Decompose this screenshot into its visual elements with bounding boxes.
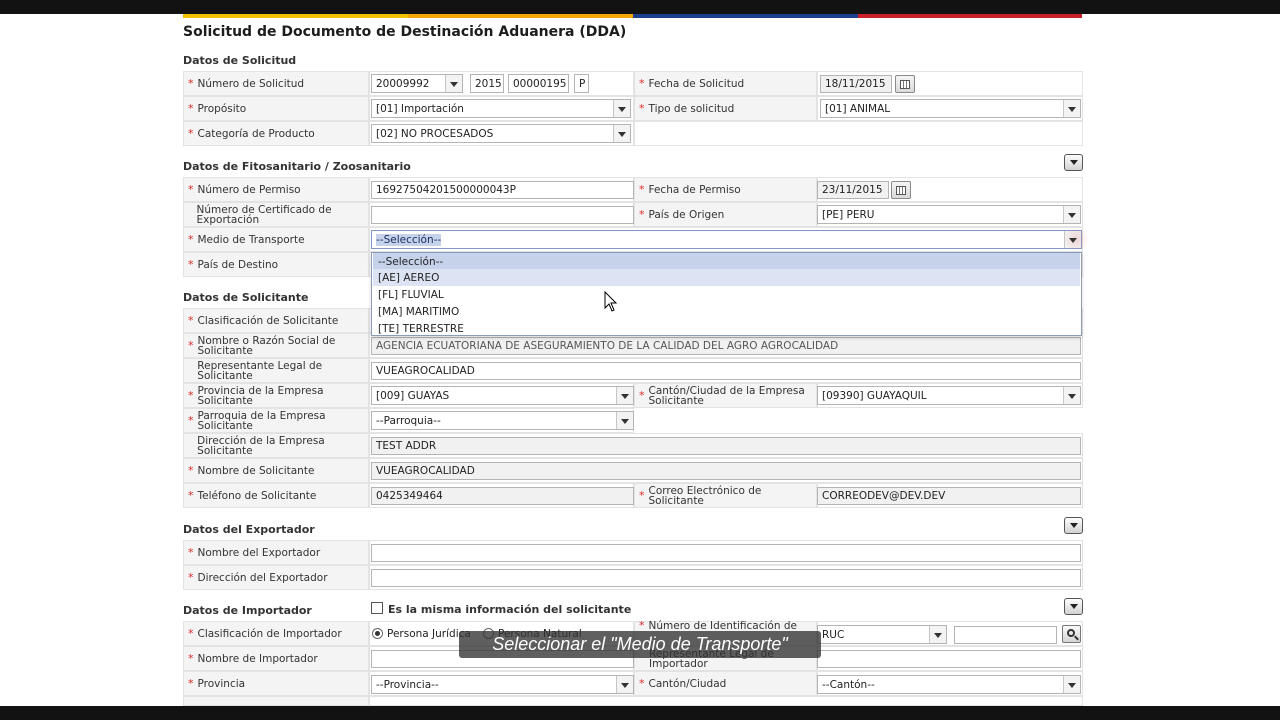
tipo-solicitud-select[interactable]: [01] ANIMAL [820,99,1081,118]
telefono-label: * Teléfono de Solicitante [188,488,317,502]
calendar-icon[interactable] [895,75,915,93]
nombre-solicitante-label: * Nombre o Razón Social de Solicitante [188,334,336,357]
categoria-label: * Categoría de Producto [188,126,315,140]
search-icon[interactable] [1062,625,1081,643]
collapse-fito-chevron-down-icon[interactable] [1064,154,1083,171]
id-type-select[interactable]: RUC [817,625,947,644]
section-title-exportador: Datos del Exportador [183,523,315,536]
proposito-select[interactable]: [01] Importación [371,99,631,118]
flag-strip-red [858,14,1082,18]
empty-cell [634,121,1083,146]
nombre-solicitante-input[interactable]: AGENCIA ECUATORIANA DE ASEGURAMIENTO DE … [371,337,1081,355]
transporte-dropdown-list[interactable]: --Selección-- [AE] AEREO [FL] FLUVIAL [M… [371,252,1082,336]
representante-input[interactable]: VUEAGROCALIDAD [371,362,1081,380]
flag-strip-yellow [183,14,408,18]
canton-importador-label: * Cantón/Ciudad [639,676,727,690]
nombre-exportador-input[interactable] [371,544,1081,562]
numero-solicitud-prefix-select[interactable]: 20009992 [371,74,463,93]
proposito-label: * Propósito [188,101,247,115]
clasificacion-solicitante-label: * Clasificación de Solicitante [188,313,339,327]
fecha-solicitud-label: * Fecha de Solicitud [639,76,745,90]
numero-solicitud-label: * Número de Solicitud [188,76,305,90]
nombre-importador-label: * Nombre de Importador [188,651,318,665]
flag-strip-amber [408,14,633,18]
id-number-input[interactable] [954,626,1057,644]
numero-solicitud-seq[interactable]: 00000195 [508,74,569,93]
numero-solicitud-year[interactable]: 2015 [470,74,504,93]
permiso-label: * Número de Permiso [188,182,301,196]
transporte-option[interactable]: --Selección-- [373,253,1080,270]
flag-strip-blue [633,14,858,18]
misma-info-checkbox[interactable] [371,602,383,614]
canton-empresa-select[interactable]: [09390] GUAYAQUIL [817,386,1081,405]
transporte-option[interactable]: [FL] FLUVIAL [373,286,1080,303]
video-caption: Seleccionar el "Medio de Transporte" [459,631,821,658]
page-title: Solicitud de Documento de Destinación Ad… [183,24,627,40]
section-title-solicitud: Datos de Solicitud [183,54,297,67]
transporte-option[interactable]: [AE] AEREO [373,269,1080,286]
misma-info-label: Es la misma información del solicitante [388,603,632,616]
video-bottom-bar [0,706,1280,720]
transporte-select[interactable]: --Selección-- [371,230,1082,249]
transporte-option[interactable]: [TE] TERRESTRE [373,320,1080,337]
fecha-permiso-label: * Fecha de Permiso [639,182,741,196]
direccion-exportador-label: * Dirección del Exportador [188,570,328,584]
value-cell [369,696,1083,706]
pais-destino-label: * País de Destino [188,257,279,271]
page: Solicitud de Documento de Destinación Ad… [0,0,1280,720]
canton-empresa-label: * Cantón/Ciudad de la Empresa Solicitante [639,384,805,407]
nombre-sol-label: * Nombre de Solicitante [188,463,315,477]
representante-label: Representante Legal de Solicitante [197,359,323,382]
section-title-solicitante: Datos de Solicitante [183,291,309,304]
mouse-cursor-icon [604,291,618,312]
pais-origen-select[interactable]: [PE] PERU [817,205,1081,224]
direccion-empresa-input[interactable]: TEST ADDR [371,437,1081,455]
correo-input[interactable]: CORREODEV@DEV.DEV [817,487,1081,505]
calendar-icon[interactable] [891,181,911,199]
direccion-empresa-label: Dirección de la Empresa Solicitante [197,434,325,457]
provincia-empresa-select[interactable]: [009] GUAYAS [371,386,634,405]
telefono-input[interactable]: 0425349464 [371,487,634,505]
collapse-exportador-chevron-down-icon[interactable] [1064,517,1083,534]
label-cell [183,696,369,706]
section-title-importador: Datos de Importador [183,604,312,617]
nombre-exportador-label: * Nombre del Exportador [188,545,321,559]
section-title-fito: Datos de Fitosanitario / Zoosanitario [183,160,411,173]
direccion-exportador-input[interactable] [371,569,1081,587]
transporte-option[interactable]: [MA] MARITIMO [373,303,1080,320]
representante-importador-input[interactable] [817,650,1081,668]
collapse-importador-chevron-down-icon[interactable] [1064,598,1083,615]
fecha-solicitud-input[interactable]: 18/11/2015 [820,75,892,93]
empty-cell [634,408,1083,433]
categoria-select[interactable]: [02] NO PROCESADOS [371,124,631,143]
canton-importador-select[interactable]: --Cantón-- [817,675,1081,694]
clasificacion-importador-label: * Clasificación de Importador [188,626,342,640]
provincia-empresa-label: * Provincia de la Empresa Solicitante [188,384,324,407]
permiso-input[interactable]: 16927504201500000043P [371,181,634,199]
radio-persona-juridica[interactable] [372,628,383,639]
parroquia-select[interactable]: --Parroquia-- [371,411,634,430]
certificado-label: Número de Certificado de Exportación [196,203,332,226]
video-top-bar [0,0,1280,14]
numero-solicitud-suffix[interactable]: P [574,74,589,93]
pais-origen-label: * País de Origen [639,207,725,221]
provincia-importador-select[interactable]: --Provincia-- [371,675,634,694]
parroquia-label: * Parroquia de la Empresa Solicitante [188,409,326,432]
certificado-input[interactable] [371,206,634,224]
fecha-permiso-input[interactable]: 23/11/2015 [817,181,889,199]
provincia-importador-label: * Provincia [188,676,246,690]
transporte-label: * Medio de Transporte [188,232,305,246]
nombre-sol-input[interactable]: VUEAGROCALIDAD [371,462,1081,480]
tipo-solicitud-label: * Tipo de solicitud [639,101,735,115]
correo-label: * Correo Electrónico de Solicitante [639,484,762,507]
